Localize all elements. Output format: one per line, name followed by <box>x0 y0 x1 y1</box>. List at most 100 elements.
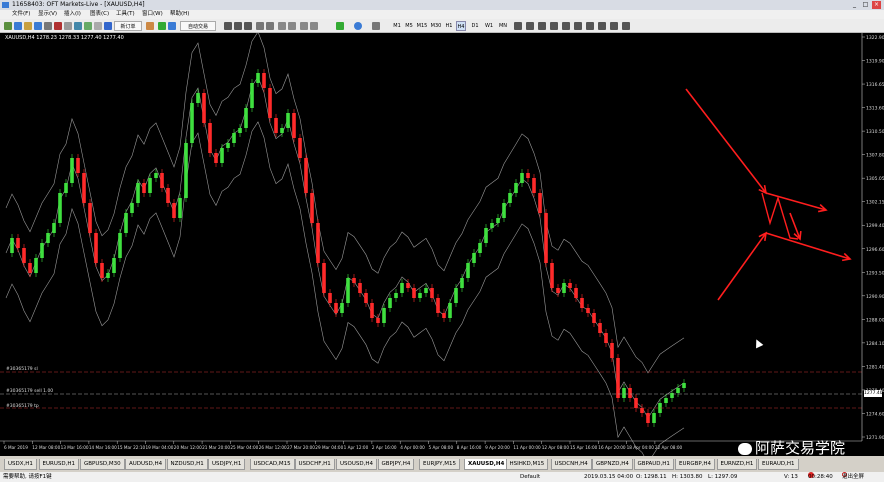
candle-body <box>154 173 158 178</box>
tf-h4[interactable]: H4 <box>456 21 466 31</box>
candle-body <box>64 183 68 193</box>
tf-d1[interactable]: D1 <box>470 21 480 31</box>
text-icon[interactable] <box>598 22 606 30</box>
screenshot-icon[interactable] <box>104 22 112 30</box>
symbol-tab[interactable]: USDCNH,H4 <box>550 459 592 470</box>
autoscroll-icon[interactable] <box>94 22 102 30</box>
profiles-icon[interactable] <box>14 22 22 30</box>
tester-icon[interactable] <box>54 22 62 30</box>
tf-w1[interactable]: W1 <box>484 21 494 31</box>
menu-file[interactable]: 文件(F) <box>12 10 30 19</box>
time-label: 27 Mar 20:00 <box>287 445 315 450</box>
candle-body <box>268 88 272 118</box>
symbol-tab[interactable]: GBPNZD,H4 <box>592 459 633 470</box>
menu-chart[interactable]: 图表(C) <box>90 10 109 19</box>
cursor-icon[interactable] <box>514 22 522 30</box>
line-chart-icon[interactable] <box>244 22 252 30</box>
status-open: O: 1298.11 <box>636 474 667 480</box>
candle-body <box>22 248 26 263</box>
symbol-tab[interactable]: USDCAD,M15 <box>249 459 295 470</box>
tf-m30[interactable]: M30 <box>430 21 442 31</box>
candle-body <box>58 193 62 223</box>
menu-window[interactable]: 窗口(W) <box>142 10 163 19</box>
chart-canvas[interactable]: 1322.90 1319.90 1316.65 1313.60 1310.50 1307.… <box>0 33 884 456</box>
maximize-button[interactable]: □ <box>861 1 870 9</box>
period-icon[interactable] <box>300 22 308 30</box>
bar-chart-icon[interactable] <box>224 22 232 30</box>
zoom-out-icon[interactable] <box>266 22 274 30</box>
templates-icon[interactable] <box>310 22 318 30</box>
close-button[interactable]: × <box>872 1 881 9</box>
tf-mn[interactable]: MN <box>498 21 508 31</box>
label-icon[interactable] <box>610 22 618 30</box>
tf-m5[interactable]: M5 <box>404 21 414 31</box>
symbol-tab[interactable]: EURJPY,M15 <box>419 459 460 470</box>
minimize-button[interactable]: _ <box>850 1 859 9</box>
candle-body <box>328 293 332 303</box>
terminal-icon[interactable] <box>44 22 52 30</box>
symbol-tab[interactable]: HSIHKD,M15 <box>505 459 549 470</box>
metaeditor-icon[interactable] <box>146 22 154 30</box>
zoom-in-icon[interactable] <box>256 22 264 30</box>
trendline-icon[interactable] <box>562 22 570 30</box>
tf-m1[interactable]: M1 <box>392 21 402 31</box>
symbol-tab[interactable]: NZDUSD,H1 <box>166 459 208 470</box>
candle-body <box>406 283 410 288</box>
arrow-icon[interactable] <box>622 22 630 30</box>
channel-icon[interactable] <box>574 22 582 30</box>
refresh-icon[interactable] <box>74 22 82 30</box>
new-chart-icon[interactable] <box>4 22 12 30</box>
menu-help[interactable]: 帮助(H) <box>170 10 189 19</box>
chart-shift-icon[interactable] <box>84 22 92 30</box>
symbol-tab[interactable]: AUDUSD,H4 <box>125 459 167 470</box>
menu-tools[interactable]: 工具(T) <box>116 10 135 19</box>
time-label: 29 Mar 04:00 <box>315 445 343 450</box>
candle-body <box>250 83 254 108</box>
weibo-icon <box>738 442 752 455</box>
horizontal-line-icon[interactable] <box>550 22 558 30</box>
tile-icon[interactable] <box>278 22 286 30</box>
symbol-tab[interactable]: USOUSD,H4 <box>336 459 377 470</box>
candle-chart-icon[interactable] <box>234 22 242 30</box>
price-chart[interactable]: XAUUSD,H4 1278.23 1278.33 1277.40 1277.4… <box>0 33 884 456</box>
symbol-tab[interactable]: USDJPY,H1 <box>208 459 246 470</box>
chart-icon[interactable] <box>158 22 166 30</box>
templates-list-icon[interactable] <box>372 22 380 30</box>
symbol-tab[interactable]: EURUSD,H1 <box>38 459 79 470</box>
symbol-tabs: USDX,H1 EURUSD,H1 GBPUSD,M30 AUDUSD,H4 NZDUS… <box>0 456 884 472</box>
zoom-icon[interactable] <box>64 22 72 30</box>
menu-insert[interactable]: 插入(I) <box>64 10 81 19</box>
tf-h1[interactable]: H1 <box>444 21 454 31</box>
candle-body <box>112 258 116 273</box>
autotrade-button[interactable]: 自动交易 <box>180 21 216 31</box>
menu-view[interactable]: 显示(V) <box>38 10 57 19</box>
crosshair-icon[interactable] <box>526 22 534 30</box>
symbol-tab[interactable]: XAUUSD,H4 <box>464 459 509 470</box>
symbol-tab[interactable]: GBPUSD,M30 <box>80 459 125 470</box>
candle-body <box>256 73 260 83</box>
indicators-list-icon[interactable] <box>336 22 344 30</box>
symbol-tab[interactable]: EURAUD,H1 <box>758 459 799 470</box>
symbol-tab[interactable]: GBPJPY,H4 <box>377 459 415 470</box>
bollinger-bands <box>5 33 685 456</box>
order-lines <box>0 371 862 409</box>
symbol-tab[interactable]: GBPAUD,H1 <box>633 459 674 470</box>
symbol-tab[interactable]: EURGBP,H4 <box>675 459 716 470</box>
symbol-tab[interactable]: EURNZD,H1 <box>716 459 758 470</box>
new-order-button[interactable]: 新订单 <box>114 21 142 31</box>
symbol-tab[interactable]: USDCHF,H1 <box>294 459 335 470</box>
grid-icon[interactable] <box>288 22 296 30</box>
tf-m15[interactable]: M15 <box>416 21 428 31</box>
fibo-icon[interactable] <box>586 22 594 30</box>
vertical-line-icon[interactable] <box>538 22 546 30</box>
candle-body <box>310 193 314 223</box>
market-watch-icon[interactable] <box>24 22 32 30</box>
candle-body <box>244 108 248 128</box>
candle-body <box>592 313 596 323</box>
indicator-icon[interactable] <box>168 22 176 30</box>
candle-body <box>418 293 422 298</box>
objects-icon[interactable] <box>354 22 362 30</box>
navigator-icon[interactable] <box>34 22 42 30</box>
price-axis: 1322.90 1319.90 1316.65 1313.60 1310.50 1307.… <box>0 33 884 442</box>
symbol-tab[interactable]: USDX,H1 <box>4 459 37 470</box>
